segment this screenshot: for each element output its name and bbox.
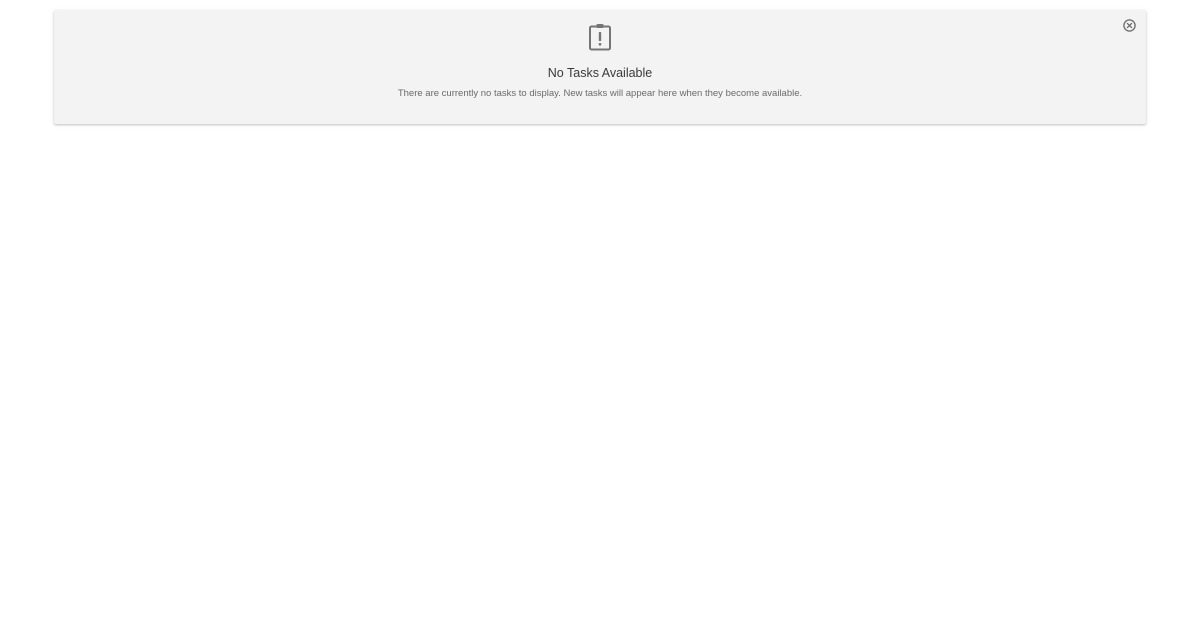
empty-state-message: There are currently no tasks to display.… bbox=[397, 88, 803, 99]
close-circle-icon bbox=[1123, 19, 1136, 32]
page: No Tasks Available There are currently n… bbox=[0, 0, 1200, 630]
empty-state-title: No Tasks Available bbox=[547, 66, 653, 80]
close-button[interactable] bbox=[1122, 18, 1137, 33]
empty-state-card: No Tasks Available There are currently n… bbox=[54, 10, 1146, 124]
clipboard-alert-icon bbox=[589, 24, 611, 51]
